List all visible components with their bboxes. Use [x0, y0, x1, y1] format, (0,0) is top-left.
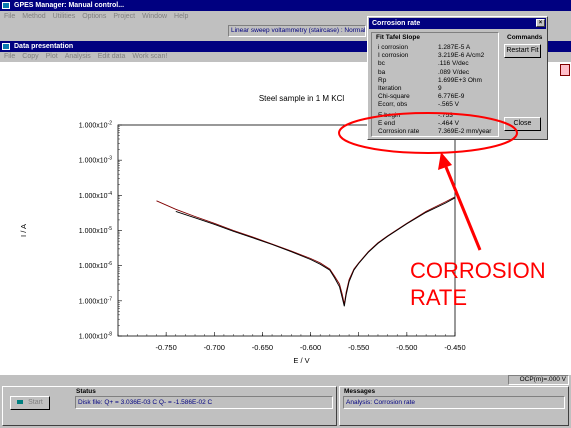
- status-field: Disk file: Q+ = 3.036E-03 C Q- = -1.586E…: [75, 396, 333, 409]
- messages-field: Analysis: Corrosion rate: [343, 396, 565, 409]
- status-label: Status: [76, 388, 96, 395]
- status-panel: Status Start Disk file: Q+ = 3.036E-03 C…: [2, 386, 337, 426]
- annotation-overlay: [338, 112, 518, 251]
- annotation-text: CORROSION RATE: [410, 257, 546, 311]
- messages-text: Analysis: Corrosion rate: [346, 399, 415, 406]
- start-button[interactable]: Start: [10, 396, 50, 410]
- annotation-arrowhead: [438, 152, 452, 170]
- ocp-bar: OCP(m)=.000 V: [0, 375, 571, 385]
- ocp-value: OCP(m)=.000 V: [519, 376, 566, 383]
- messages-panel: Messages Analysis: Corrosion rate: [339, 386, 569, 426]
- highlight-ellipse: [338, 112, 518, 154]
- messages-label: Messages: [344, 388, 376, 395]
- annotation-line-2: RATE: [410, 285, 468, 310]
- start-icon: [17, 400, 24, 404]
- status-text: Disk file: Q+ = 3.036E-03 C Q- = -1.586E…: [78, 399, 213, 406]
- annotation-arrow-shaft: [444, 166, 482, 251]
- ocp-field: OCP(m)=.000 V: [508, 375, 569, 385]
- start-label: Start: [28, 399, 43, 406]
- annotation-line-1: CORROSION: [410, 258, 546, 283]
